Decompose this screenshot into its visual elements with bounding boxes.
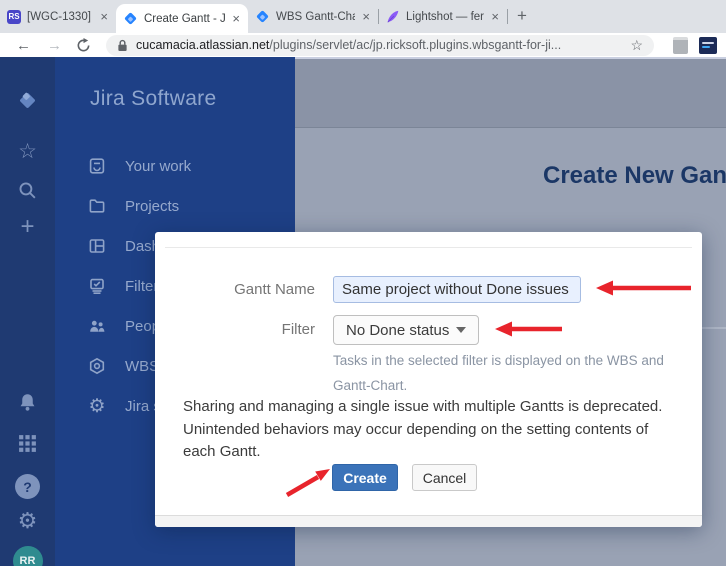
forward-icon[interactable]: →: [47, 37, 62, 54]
tab-close-icon[interactable]: ×: [490, 10, 500, 23]
page-title: Create New Gantt: [543, 162, 726, 190]
jira-favicon-icon: [124, 12, 137, 25]
settings-gear-icon[interactable]: ⚙: [0, 508, 55, 534]
deprecation-warning-text: Sharing and managing a single issue with…: [183, 396, 680, 464]
sidebar-item-projects[interactable]: Projects: [55, 186, 295, 226]
starred-icon[interactable]: ☆: [0, 139, 55, 164]
tab-close-icon[interactable]: ×: [361, 10, 371, 23]
jira-favicon-icon: [256, 10, 269, 23]
tab-title: WBS Gantt-Chart -: [276, 11, 355, 23]
sidebar-item-label: Projects: [125, 198, 179, 215]
sidebar-item-label: Your work: [125, 158, 191, 175]
create-plus-icon[interactable]: +: [0, 213, 55, 241]
url-path: /plugins/servlet/ac/jp.ricksoft.plugins.…: [269, 38, 561, 52]
https-lock-icon[interactable]: [117, 39, 128, 52]
browser-address-bar: ← → cucamacia.atlassian.net /plugins/ser…: [0, 33, 726, 57]
lightshot-feather-icon: [386, 10, 400, 24]
jira-nav-rail: ☆ +: [0, 57, 55, 566]
tab-title: Lightshot — ferrar: [406, 11, 484, 23]
browser-tab-wbs-gantt[interactable]: WBS Gantt-Chart - ×: [248, 0, 378, 33]
create-gantt-dialog: Gantt Name Filter No Done status Tasks i…: [155, 232, 702, 527]
projects-folder-icon: [88, 197, 106, 215]
page-header-band: [295, 59, 726, 128]
tab-separator: [507, 9, 508, 24]
extension-icon[interactable]: [673, 37, 688, 54]
profile-avatar[interactable]: RR: [0, 546, 55, 566]
browser-tab-create-gantt[interactable]: Create Gantt - Jira ×: [116, 4, 248, 33]
extension-icon[interactable]: [699, 37, 717, 54]
app-switcher-grid-icon[interactable]: [0, 433, 55, 454]
wbs-app-icon: [88, 357, 106, 375]
url-domain: cucamacia.atlassian.net: [136, 38, 269, 52]
chevron-down-icon: [456, 327, 466, 333]
filter-help-text: Tasks in the selected filter is displaye…: [333, 349, 705, 399]
sidebar-item-your-work[interactable]: Your work: [55, 146, 295, 186]
browser-tab-lightshot[interactable]: Lightshot — ferrar ×: [379, 0, 507, 33]
filter-dropdown[interactable]: No Done status: [333, 315, 479, 345]
cancel-button[interactable]: Cancel: [412, 464, 477, 491]
ricksoft-favicon-icon: RS: [7, 10, 21, 24]
tab-title: [WGC-1330] Can I: [27, 11, 93, 23]
browser-tab-wgc[interactable]: RS [WGC-1330] Can I ×: [0, 0, 116, 33]
browser-tab-strip: RS [WGC-1330] Can I × Create Gantt - Jir…: [0, 0, 726, 33]
jira-software-wordmark: Jira Software: [90, 87, 216, 111]
people-icon: [88, 317, 106, 335]
jira-logo-icon[interactable]: [0, 88, 55, 113]
your-work-icon: [88, 157, 106, 175]
help-icon[interactable]: ?: [0, 474, 55, 499]
gantt-name-input[interactable]: [333, 276, 581, 303]
notifications-bell-icon[interactable]: [0, 392, 55, 413]
dashboards-icon: [88, 237, 106, 255]
url-bar[interactable]: cucamacia.atlassian.net /plugins/servlet…: [106, 35, 654, 56]
settings-gear-icon: ⚙: [88, 395, 106, 418]
background-divider: [700, 327, 726, 329]
filters-icon: [88, 277, 106, 295]
filter-selected-value: No Done status: [346, 322, 450, 339]
dialog-header-divider: [165, 247, 692, 248]
new-tab-button[interactable]: +: [517, 6, 527, 26]
filter-label: Filter: [155, 321, 315, 338]
dialog-footer: [155, 515, 702, 527]
back-icon[interactable]: ←: [16, 37, 31, 54]
screenshot-root: RS [WGC-1330] Can I × Create Gantt - Jir…: [0, 0, 726, 566]
create-button[interactable]: Create: [332, 464, 398, 491]
gantt-name-label: Gantt Name: [155, 281, 315, 298]
search-icon[interactable]: [0, 180, 55, 201]
bookmark-star-icon[interactable]: ☆: [630, 37, 643, 54]
reload-icon[interactable]: [76, 38, 91, 53]
tab-close-icon[interactable]: ×: [231, 12, 241, 25]
tab-close-icon[interactable]: ×: [99, 10, 109, 23]
tab-title: Create Gantt - Jira: [144, 13, 225, 25]
